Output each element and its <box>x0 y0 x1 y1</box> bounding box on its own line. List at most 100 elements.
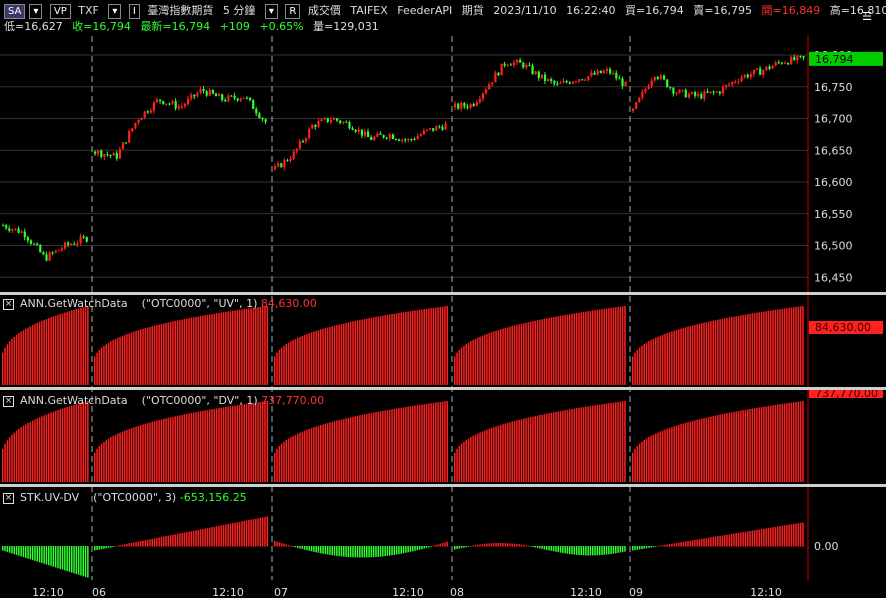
uvdv-bar <box>728 534 731 547</box>
uv-bar <box>121 335 124 385</box>
candle-body <box>516 59 519 63</box>
uv-bar <box>573 313 576 385</box>
candle-body <box>522 62 525 68</box>
uv-bar <box>297 337 299 385</box>
uvdv-bar <box>467 546 470 547</box>
candle-body <box>388 134 391 139</box>
uvdv-bar <box>188 531 190 547</box>
dv-bar <box>610 402 612 482</box>
candle-body <box>407 139 410 141</box>
dv-bar <box>659 431 662 482</box>
uvdv-bar <box>41 546 43 564</box>
candle-body <box>435 126 438 131</box>
uvdv-bar <box>172 534 174 547</box>
uvdv-bar <box>454 546 456 550</box>
uvdv-bar <box>598 546 601 556</box>
uvdv-bar <box>638 546 641 550</box>
uvdv-bar <box>22 546 25 558</box>
uvdv-bar <box>114 545 117 547</box>
dv-bar <box>179 415 181 482</box>
uvdv-bar <box>174 534 176 547</box>
uvdv-bar <box>562 546 564 553</box>
uvdv-bar <box>495 543 497 547</box>
uvdv-bar <box>712 536 714 547</box>
uv-bar <box>169 321 172 385</box>
candle-body <box>780 62 783 64</box>
dv-bar <box>671 427 673 482</box>
uvdv-bar <box>87 546 89 578</box>
uv-bar <box>559 315 562 385</box>
dv-bar <box>320 425 322 482</box>
dv-bar <box>400 407 402 482</box>
uv-bar <box>160 323 163 385</box>
uvdv-bar <box>760 529 763 547</box>
uvdv-bar <box>650 546 652 548</box>
uv-bar <box>144 328 147 385</box>
dv-bar <box>617 401 619 482</box>
candle-body <box>531 65 534 74</box>
candle-body <box>644 88 647 92</box>
uv-bar <box>696 324 698 385</box>
dv-bar <box>169 417 172 482</box>
dv-bar <box>696 419 698 482</box>
uv-bar <box>675 329 678 385</box>
uvdv-bar <box>375 546 377 558</box>
candle-body <box>491 82 494 85</box>
dv-bar <box>368 413 370 482</box>
candle-body <box>2 225 5 227</box>
candle-body <box>45 254 48 261</box>
uvdv-bar <box>382 546 384 557</box>
dv-bar <box>45 414 48 482</box>
dv-bar <box>763 406 765 482</box>
uv-bar <box>206 314 209 385</box>
close-icon[interactable]: × <box>3 395 14 407</box>
candle-body <box>64 242 67 249</box>
uvdv-bar <box>730 533 733 547</box>
candle-body <box>320 119 323 122</box>
dv-bar <box>238 404 241 482</box>
uv-bar <box>308 333 310 385</box>
candle-body <box>615 72 618 79</box>
dv-bar <box>421 404 423 482</box>
candle-body <box>475 101 478 106</box>
uvdv-bar <box>285 544 287 547</box>
uv-bar <box>22 330 25 385</box>
dv-bar <box>571 408 573 482</box>
dv-bar <box>398 408 400 482</box>
dv-bar <box>158 420 160 482</box>
uvdv-bar <box>179 533 181 547</box>
uvdv-bar <box>719 535 721 547</box>
candle-body <box>295 148 298 152</box>
uvdv-bar <box>717 536 719 547</box>
dv-bar <box>133 427 135 482</box>
uv-bar <box>215 313 218 385</box>
uvdv-bar <box>788 524 790 547</box>
uv-bar <box>770 310 772 385</box>
candle-body <box>481 93 485 99</box>
close-icon[interactable]: × <box>3 492 14 504</box>
uv-bar <box>2 352 4 385</box>
uv-bar <box>225 311 227 385</box>
candle-body <box>367 131 370 138</box>
uvdv-bar <box>714 536 717 547</box>
dv-bar <box>227 406 229 482</box>
uv-bar <box>326 327 329 385</box>
panel-separator[interactable] <box>0 484 886 487</box>
uv-bar <box>98 349 101 385</box>
uv-bar <box>691 325 694 385</box>
dv-bar <box>437 402 439 482</box>
uv-bar <box>20 331 22 385</box>
uv-bar <box>747 314 749 385</box>
uvdv-bar <box>774 526 777 547</box>
close-icon[interactable]: × <box>3 298 14 310</box>
panel-separator[interactable] <box>0 387 886 390</box>
candle-body <box>553 80 556 84</box>
uv-bar <box>596 309 599 385</box>
uvdv-bar <box>257 518 259 547</box>
uvdv-bar <box>645 546 648 549</box>
candle-body <box>581 79 584 81</box>
dv-bar <box>661 430 664 482</box>
panel-separator[interactable] <box>0 292 886 295</box>
dv-bar <box>290 437 292 482</box>
uv-bar <box>518 324 520 385</box>
